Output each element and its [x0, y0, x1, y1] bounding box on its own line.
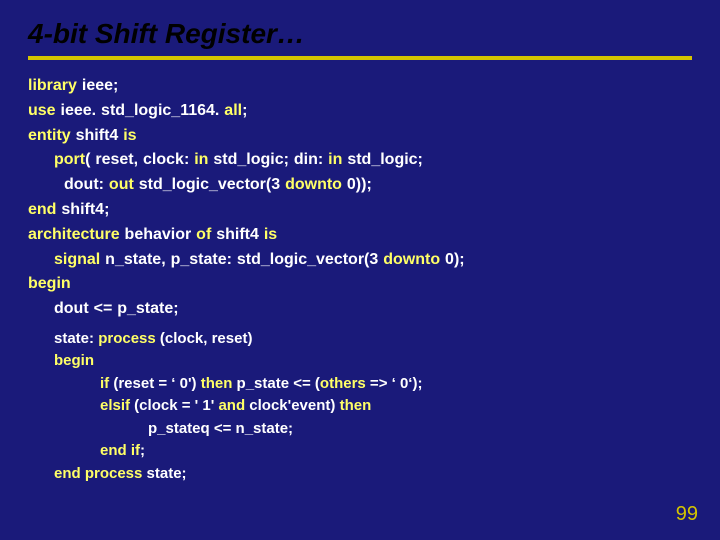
- code-text: (clock, reset): [156, 330, 253, 347]
- code-line: use ieee. std_logic_1164. all;: [28, 99, 692, 124]
- kw-others: others: [320, 375, 366, 392]
- code-text: ieee. std_logic_1164.: [56, 102, 225, 119]
- code-line: begin: [28, 350, 692, 373]
- kw-in: in: [328, 151, 342, 168]
- kw-all: all: [224, 102, 242, 119]
- kw-endif: end if: [100, 442, 140, 459]
- code-line: if (reset = ‘ 0') then p_state <= (other…: [28, 373, 692, 396]
- title-underline: [28, 56, 692, 60]
- kw-use: use: [28, 102, 56, 119]
- kw-begin: begin: [54, 352, 94, 369]
- kw-is: is: [264, 226, 277, 243]
- code-text: shift4: [211, 226, 264, 243]
- kw-if: if: [100, 375, 109, 392]
- code-text: ( reset, clock:: [85, 151, 194, 168]
- kw-port: port: [54, 151, 85, 168]
- code-line: architecture behavior of shift4 is: [28, 223, 692, 248]
- kw-elsif: elsif: [100, 397, 130, 414]
- code-text: shift4;: [56, 201, 109, 218]
- kw-then: then: [201, 375, 233, 392]
- code-text: dout <= p_state;: [54, 300, 179, 317]
- code-text: clock'event): [245, 397, 339, 414]
- kw-of: of: [196, 226, 211, 243]
- code-line: elsif (clock = ' 1' and clock'event) the…: [28, 395, 692, 418]
- code-line: p_stateq <= n_state;: [28, 418, 692, 441]
- code-text: 0));: [342, 176, 372, 193]
- code-text: std_logic_vector(3: [134, 176, 285, 193]
- kw-architecture: architecture: [28, 226, 120, 243]
- kw-downto: downto: [285, 176, 342, 193]
- code-text: ieee;: [77, 77, 118, 94]
- kw-in: in: [194, 151, 208, 168]
- kw-entity: entity: [28, 127, 71, 144]
- code-text: shift4: [71, 127, 124, 144]
- code-line: library ieee;: [28, 74, 692, 99]
- kw-library: library: [28, 77, 77, 94]
- code-text: std_logic;: [342, 151, 423, 168]
- code-line: end process state;: [28, 463, 692, 486]
- kw-signal: signal: [54, 251, 100, 268]
- kw-out: out: [109, 176, 134, 193]
- code-line: end shift4;: [28, 198, 692, 223]
- code-line: signal n_state, p_state: std_logic_vecto…: [28, 248, 692, 273]
- code-text: => ‘ 0‘);: [366, 375, 423, 392]
- code-text: ;: [140, 442, 145, 459]
- code-text: p_stateq <= n_state;: [148, 420, 293, 437]
- kw-begin: begin: [28, 275, 71, 292]
- kw-end: end: [28, 201, 56, 218]
- code-line: begin: [28, 272, 692, 297]
- kw-downto: downto: [383, 251, 440, 268]
- code-text: 0);: [440, 251, 465, 268]
- kw-is: is: [123, 127, 136, 144]
- code-text: state;: [142, 465, 186, 482]
- code-text: std_logic; din:: [208, 151, 328, 168]
- code-line: entity shift4 is: [28, 124, 692, 149]
- code-text: ;: [242, 102, 247, 119]
- kw-endprocess: end process: [54, 465, 142, 482]
- code-line: dout <= p_state;: [28, 297, 692, 322]
- code-text: p_state <= (: [232, 375, 320, 392]
- code-text: (clock = ' 1': [130, 397, 218, 414]
- code-text: state:: [54, 330, 98, 347]
- code-text: behavior: [120, 226, 197, 243]
- code-line: end if;: [28, 440, 692, 463]
- kw-then: then: [340, 397, 372, 414]
- code-line: port( reset, clock: in std_logic; din: i…: [28, 148, 692, 173]
- code-text: dout:: [64, 176, 109, 193]
- slide-title: 4-bit Shift Register…: [28, 18, 692, 50]
- kw-process: process: [98, 330, 156, 347]
- page-number: 99: [676, 503, 698, 526]
- code-text: n_state, p_state: std_logic_vector(3: [100, 251, 383, 268]
- vhdl-code-top: library ieee; use ieee. std_logic_1164. …: [28, 74, 692, 322]
- vhdl-code-bottom: state: process (clock, reset) begin if (…: [28, 328, 692, 486]
- code-line: state: process (clock, reset): [28, 328, 692, 351]
- kw-and: and: [218, 397, 245, 414]
- code-text: (reset = ‘ 0'): [109, 375, 201, 392]
- code-line: dout: out std_logic_vector(3 downto 0));: [28, 173, 692, 198]
